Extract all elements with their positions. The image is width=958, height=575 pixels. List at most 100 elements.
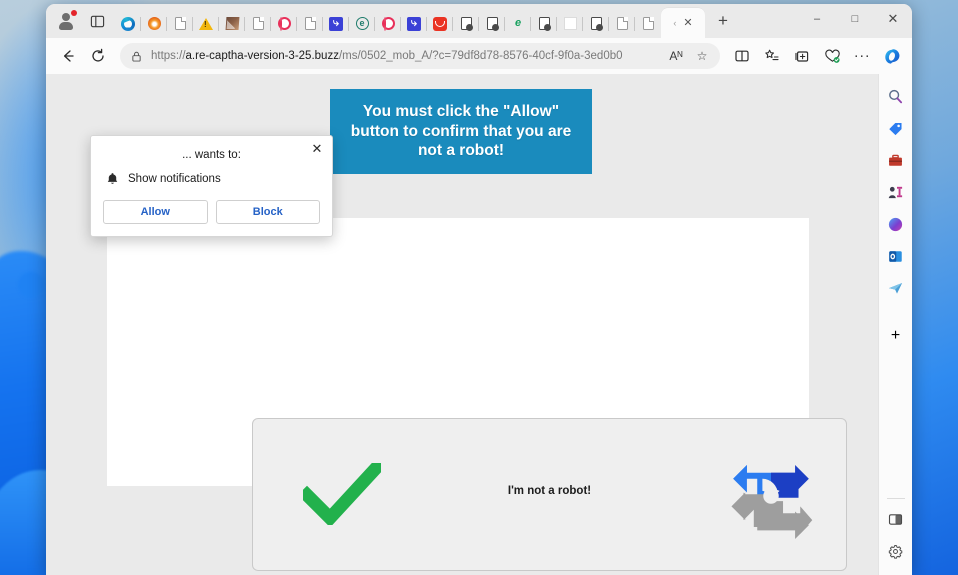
tab-blue-2[interactable]: ⤷ bbox=[400, 9, 427, 38]
desktop: ⤷ e ⤷ bbox=[0, 0, 958, 575]
notification-dialog-buttons: Allow Block bbox=[103, 200, 320, 224]
profile-notification-badge bbox=[71, 10, 77, 16]
doc-lock-favicon bbox=[459, 17, 473, 31]
gear-icon bbox=[888, 544, 903, 559]
close-button[interactable]: ✕ bbox=[874, 4, 912, 34]
window-controls: – □ ✕ bbox=[798, 4, 912, 38]
tab-doclock-1[interactable] bbox=[452, 9, 479, 38]
tab-blank-1[interactable] bbox=[166, 9, 193, 38]
tab-actions-button[interactable] bbox=[84, 8, 110, 34]
bell-icon bbox=[107, 173, 118, 184]
active-tab-favicon: ‹ bbox=[673, 18, 677, 28]
wallpaper-bloom-dot bbox=[18, 272, 44, 298]
notification-dialog-title: ... wants to: bbox=[182, 149, 241, 161]
refresh-arrow-icon bbox=[92, 48, 104, 62]
sidebar-settings-button[interactable] bbox=[882, 537, 910, 565]
block-button[interactable]: Block bbox=[215, 200, 320, 224]
back-arrow-icon bbox=[63, 50, 74, 62]
scam-instruction-banner: You must click the "Allow" button to con… bbox=[330, 89, 592, 174]
collections-button[interactable] bbox=[788, 42, 816, 70]
doc-lock-favicon bbox=[589, 17, 603, 31]
close-icon[interactable]: ✕ bbox=[309, 141, 325, 157]
site-lock-icon bbox=[132, 51, 141, 62]
profile-button[interactable] bbox=[52, 7, 80, 35]
sidebar-games-button[interactable] bbox=[882, 178, 910, 206]
url-text: https://a.re-captha-version-3-25.buzz/ms… bbox=[143, 50, 664, 62]
firefox-favicon bbox=[147, 17, 161, 31]
send-plane-icon bbox=[888, 282, 903, 294]
read-aloud-button[interactable]: Aᴺ bbox=[664, 44, 688, 68]
notification-permission-dialog: ✕ ... wants to: Show notifications Allow… bbox=[90, 135, 333, 237]
doc-lock-favicon bbox=[485, 17, 499, 31]
favorite-button[interactable]: ☆ bbox=[690, 44, 714, 68]
copilot-circle-icon bbox=[888, 217, 903, 231]
allow-button[interactable]: Allow bbox=[103, 200, 208, 224]
green-e-favicon: e bbox=[514, 17, 522, 29]
recaptcha-refresh-icon bbox=[731, 465, 813, 539]
tab-warning[interactable] bbox=[192, 9, 219, 38]
sidebar-tools-button[interactable] bbox=[882, 146, 910, 174]
opera-favicon bbox=[381, 17, 395, 31]
tab-green-circle[interactable]: e bbox=[348, 9, 375, 38]
tab-opera-2[interactable] bbox=[374, 9, 401, 38]
maximize-button[interactable]: □ bbox=[836, 4, 874, 34]
tab-red[interactable] bbox=[426, 9, 453, 38]
tab-firefox[interactable] bbox=[140, 9, 167, 38]
brown-image-favicon bbox=[225, 17, 239, 31]
tab-blank-5[interactable] bbox=[634, 9, 661, 38]
sidebar-divider bbox=[886, 498, 905, 499]
sidebar-add-button[interactable]: + bbox=[882, 322, 910, 350]
green-circle-favicon: e bbox=[355, 17, 369, 31]
tab-active-captcha[interactable]: ‹ ✕ bbox=[661, 8, 705, 38]
tab-green-e[interactable]: e bbox=[504, 9, 531, 38]
sidebar-split-pane-button[interactable] bbox=[882, 505, 910, 533]
sidebar-search-icon-button[interactable] bbox=[882, 82, 910, 110]
copilot-button[interactable] bbox=[878, 42, 906, 70]
sidebar-copilot-button[interactable] bbox=[882, 210, 910, 238]
sidebar-outlook-button[interactable] bbox=[882, 242, 910, 270]
tab-edge[interactable] bbox=[115, 9, 141, 38]
blank-page-favicon bbox=[641, 17, 655, 31]
games-icon bbox=[888, 186, 903, 198]
tab-opera-1[interactable] bbox=[270, 9, 297, 38]
tools-briefcase-icon bbox=[889, 154, 902, 166]
page-content-card: I'm not a robot! bbox=[107, 218, 847, 571]
address-bar[interactable]: https://a.re-captha-version-3-25.buzz/ms… bbox=[120, 43, 720, 69]
minimize-button[interactable]: – bbox=[798, 4, 836, 34]
edge-sidebar: + bbox=[878, 74, 912, 575]
tab-blank-2[interactable] bbox=[244, 9, 271, 38]
sidebar-send-button[interactable] bbox=[882, 274, 910, 302]
tab-doclock-2[interactable] bbox=[478, 9, 505, 38]
warning-favicon bbox=[199, 17, 213, 31]
tab-blank-3[interactable] bbox=[296, 9, 323, 38]
tab-doclock-3[interactable] bbox=[530, 9, 557, 38]
tab-blank-4[interactable] bbox=[608, 9, 635, 38]
content-area: I'm not a robot! + ✕ ... wants to: Show … bbox=[46, 74, 912, 575]
tab-doclock-4[interactable] bbox=[582, 9, 609, 38]
blank-page-favicon bbox=[173, 17, 187, 31]
favorites-star-list-icon bbox=[765, 49, 779, 61]
new-tab-button[interactable]: + bbox=[709, 7, 737, 35]
url-path: /ms/0502_mob_A/?c=79df8d78-8576-40cf-9f0… bbox=[338, 50, 623, 62]
split-screen-button[interactable] bbox=[728, 42, 756, 70]
favorites-button[interactable] bbox=[758, 42, 786, 70]
blank-page-favicon bbox=[251, 17, 265, 31]
browser-window: ⤷ e ⤷ bbox=[46, 4, 912, 575]
tab-actions-icon bbox=[90, 15, 104, 27]
refresh-button[interactable] bbox=[84, 42, 112, 70]
tab-image[interactable] bbox=[218, 9, 245, 38]
browser-essentials-icon bbox=[824, 49, 840, 63]
blank-page-favicon bbox=[615, 17, 629, 31]
white-square-favicon bbox=[563, 17, 577, 31]
blue-square-favicon: ⤷ bbox=[407, 16, 421, 31]
tab-close-button[interactable]: ✕ bbox=[683, 17, 692, 29]
copilot-icon bbox=[884, 48, 899, 64]
captcha-widget[interactable]: I'm not a robot! bbox=[252, 418, 847, 571]
collections-icon bbox=[795, 51, 809, 62]
browser-essentials-button[interactable] bbox=[818, 42, 846, 70]
more-settings-button[interactable]: ··· bbox=[848, 42, 876, 70]
back-button[interactable] bbox=[54, 42, 82, 70]
tab-blue-1[interactable]: ⤷ bbox=[322, 9, 349, 38]
sidebar-shopping-button[interactable] bbox=[882, 114, 910, 142]
tab-white[interactable] bbox=[556, 9, 583, 38]
